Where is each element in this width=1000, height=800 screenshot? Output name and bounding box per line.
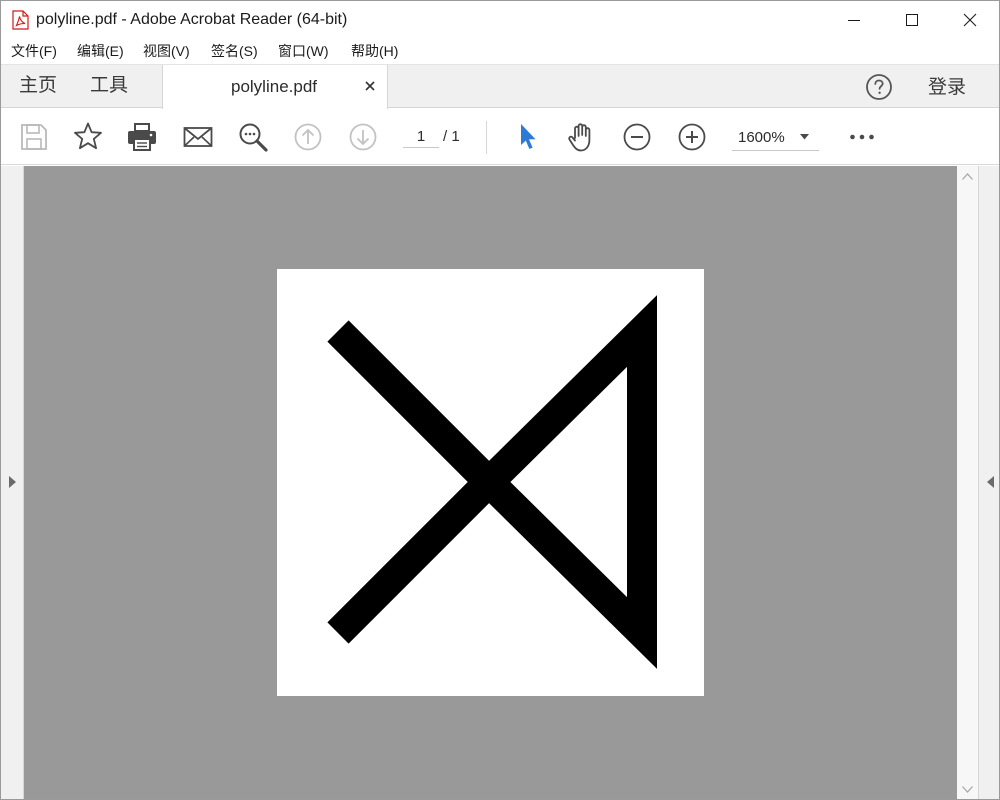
pdf-page (277, 269, 704, 696)
left-panel-toggle[interactable] (1, 166, 24, 799)
more-tools-button[interactable] (846, 121, 878, 153)
tab-bar: 主页 工具 polyline.pdf 登录 (1, 64, 999, 109)
zoom-level-select[interactable]: 1600% (732, 125, 819, 151)
next-page-button[interactable] (347, 121, 379, 153)
close-tab-icon[interactable] (362, 78, 378, 94)
minimize-icon (848, 20, 860, 21)
tab-tools[interactable]: 工具 (90, 75, 128, 97)
toolbar: 1 / 1 1600% (1, 109, 999, 165)
arrow-up-circle-icon (294, 123, 322, 151)
menu-view[interactable]: 视图(V) (143, 42, 190, 60)
printer-icon (128, 123, 156, 151)
menu-window[interactable]: 窗口(W) (278, 42, 329, 60)
scroll-down-icon[interactable] (962, 786, 973, 793)
zoom-level-value: 1600% (738, 129, 785, 146)
plus-circle-icon (678, 123, 706, 151)
scroll-up-icon[interactable] (962, 173, 973, 180)
star-icon (74, 122, 102, 150)
window-title: polyline.pdf - Adobe Acrobat Reader (64-… (36, 11, 348, 28)
polyline-shape (327, 320, 511, 644)
select-tool-button[interactable] (512, 121, 544, 153)
hand-icon (568, 123, 591, 152)
zoom-out-button[interactable] (621, 121, 653, 153)
maximize-icon (906, 14, 918, 26)
save-button[interactable] (18, 121, 50, 153)
caret-down-icon (800, 134, 809, 140)
acrobat-window: polyline.pdf - Adobe Acrobat Reader (64-… (0, 0, 1000, 800)
triangle-shape (467, 295, 657, 669)
hand-tool-button[interactable] (566, 121, 598, 153)
print-button[interactable] (126, 121, 158, 153)
vertical-scrollbar[interactable] (957, 166, 978, 799)
maximize-button[interactable] (883, 1, 941, 39)
cursor-arrow-icon (521, 124, 536, 149)
signin-link[interactable]: 登录 (928, 77, 966, 99)
minimize-button[interactable] (825, 1, 883, 39)
chevron-left-icon (987, 476, 994, 488)
menu-sign[interactable]: 签名(S) (211, 42, 258, 60)
page-number-input[interactable]: 1 (403, 126, 439, 148)
close-icon (963, 13, 977, 27)
previous-page-button[interactable] (292, 121, 324, 153)
minus-circle-icon (623, 123, 651, 151)
menu-bar: 文件(F) 编辑(E) 视图(V) 签名(S) 窗口(W) 帮助(H) (1, 39, 999, 64)
close-window-button[interactable] (941, 1, 999, 39)
find-button[interactable] (237, 121, 269, 153)
tab-document[interactable]: polyline.pdf (162, 65, 388, 109)
pdf-file-icon (12, 10, 29, 30)
document-viewport[interactable] (24, 166, 957, 799)
page-count: / 1 (443, 128, 460, 145)
help-icon[interactable] (865, 73, 893, 101)
polyline-drawing (327, 295, 657, 669)
chevron-right-icon (9, 476, 16, 488)
menu-file[interactable]: 文件(F) (11, 42, 57, 60)
toolbar-divider (486, 121, 487, 154)
right-panel-toggle[interactable] (978, 166, 999, 799)
menu-edit[interactable]: 编辑(E) (77, 42, 124, 60)
search-icon (239, 123, 268, 152)
email-button[interactable] (182, 121, 214, 153)
menu-help[interactable]: 帮助(H) (351, 42, 398, 60)
more-dots-icon (850, 134, 874, 140)
document-tab-label: polyline.pdf (231, 77, 318, 96)
tab-home[interactable]: 主页 (19, 75, 57, 97)
arrow-down-circle-icon (349, 123, 377, 151)
save-icon (21, 124, 47, 150)
title-bar: polyline.pdf - Adobe Acrobat Reader (64-… (1, 1, 999, 39)
bookmark-button[interactable] (72, 121, 104, 153)
envelope-icon (183, 127, 213, 147)
zoom-in-button[interactable] (676, 121, 708, 153)
